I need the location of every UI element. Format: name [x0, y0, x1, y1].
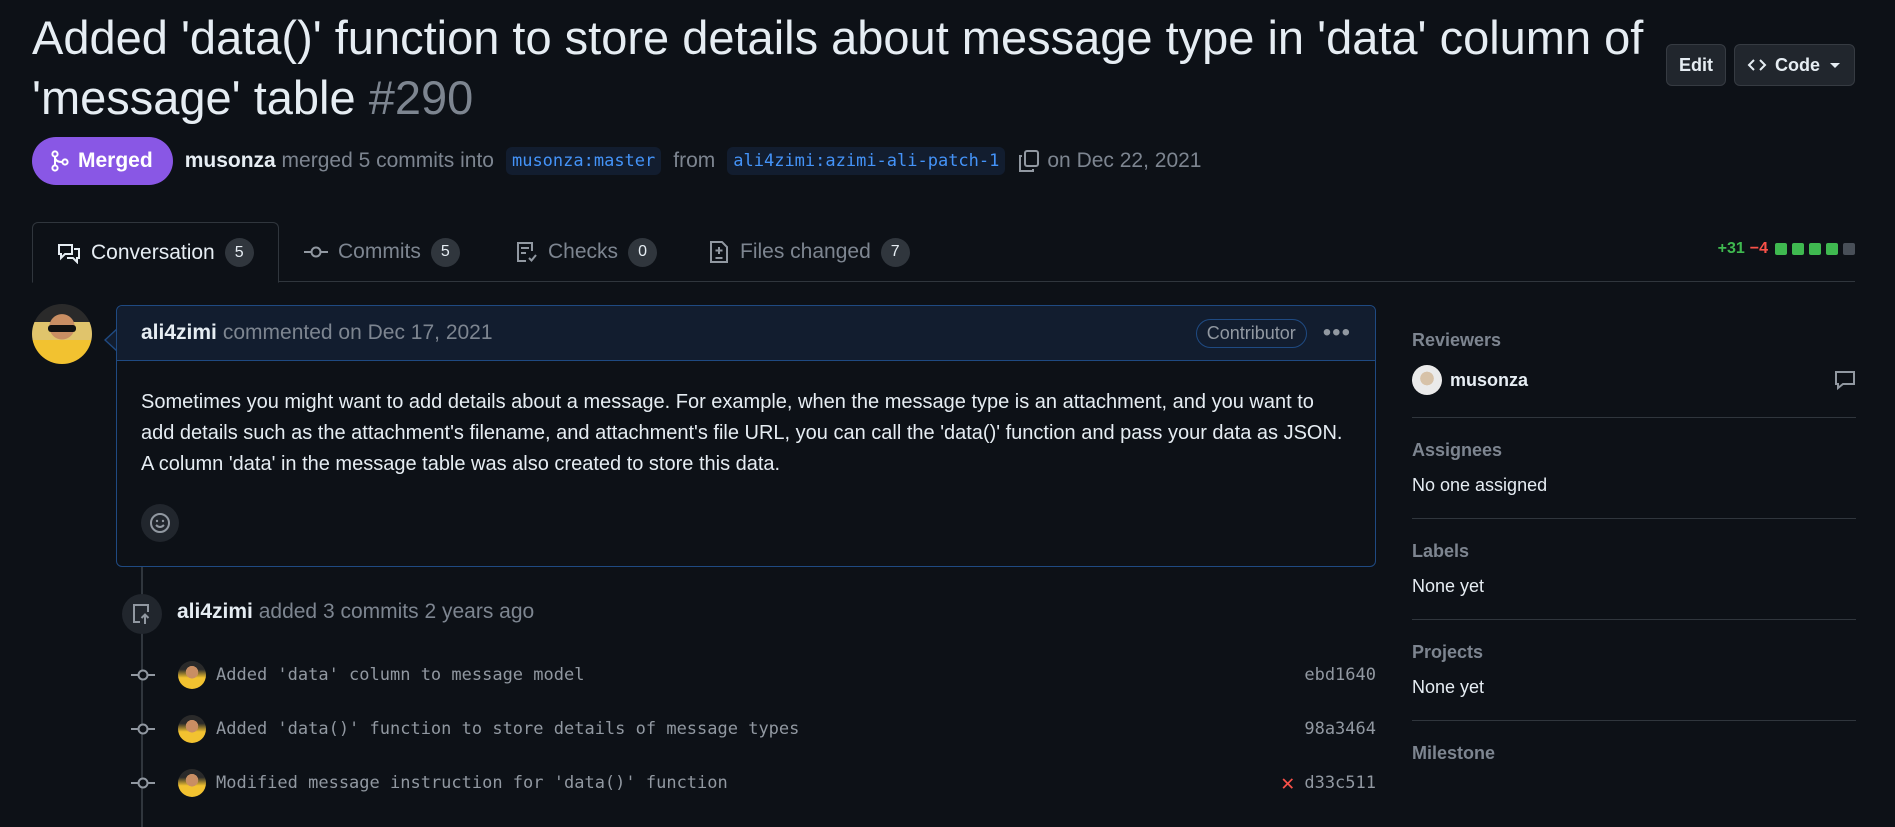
kebab-horizontal-icon[interactable]: ••• — [1323, 319, 1351, 347]
commit-row: Added 'data' column to message model ebd… — [130, 660, 1376, 690]
comment-meta[interactable]: commented on Dec 17, 2021 — [223, 321, 493, 345]
reviewer-item: musonza — [1412, 365, 1856, 395]
copy-icon[interactable] — [1017, 149, 1041, 173]
checklist-icon — [517, 242, 537, 262]
tab-checks-count: 0 — [628, 237, 658, 267]
sidebar-heading[interactable]: Reviewers — [1412, 330, 1856, 351]
git-commit-icon — [130, 722, 156, 736]
sidebar-heading[interactable]: Labels — [1412, 541, 1856, 562]
commit-sha: ✕ d33c511 — [1281, 771, 1376, 796]
code-icon — [1747, 59, 1767, 71]
commit-author-avatar[interactable] — [178, 715, 206, 743]
pr-number: #290 — [368, 71, 474, 124]
base-branch[interactable]: musonza:master — [505, 147, 662, 175]
commit-sha: ebd1640 — [1304, 665, 1376, 685]
commit-author-avatar[interactable] — [178, 769, 206, 797]
pr-description-comment: ali4zimi commented on Dec 17, 2021 Contr… — [116, 305, 1376, 567]
sidebar-assignees: Assignees No one assigned — [1412, 440, 1856, 519]
merge-date: on Dec 22, 2021 — [1047, 149, 1202, 172]
merged-state-label: Merged — [78, 149, 153, 172]
git-commit-icon — [130, 776, 156, 790]
comment-body: Sometimes you might want to add details … — [141, 391, 1343, 475]
push-event: ali4zimi added 3 commits 2 years ago — [177, 600, 534, 624]
git-merge-icon — [51, 150, 69, 172]
commit-message[interactable]: Added 'data' column to message model — [216, 665, 584, 685]
code-button[interactable]: Code — [1734, 44, 1855, 86]
pr-title-text: Added 'data()' function to store details… — [32, 11, 1644, 124]
tab-commits[interactable]: Commits 5 — [304, 222, 460, 282]
sunglasses-shape — [48, 325, 76, 332]
sidebar-labels: Labels None yet — [1412, 541, 1856, 620]
pr-sidebar: Reviewers musonza Assignees No one assig… — [1412, 330, 1856, 822]
pr-tabs: Conversation 5 Commits 5 Checks 0 Files … — [32, 222, 1855, 283]
diffstat-block — [1809, 243, 1821, 255]
sidebar-milestone: Milestone — [1412, 743, 1856, 800]
reviewer-avatar[interactable] — [1412, 365, 1442, 395]
check-failed-x-icon[interactable]: ✕ — [1281, 771, 1294, 796]
sidebar-reviewers: Reviewers musonza — [1412, 330, 1856, 418]
tab-conversation-count: 5 — [224, 238, 254, 267]
labels-value: None yet — [1412, 576, 1485, 596]
tab-files-changed[interactable]: Files changed 7 — [708, 222, 910, 282]
diffstat-block — [1826, 243, 1838, 255]
commit-row: Modified message instruction for 'data()… — [130, 768, 1376, 798]
reviewer-name[interactable]: musonza — [1450, 370, 1528, 391]
commit-row: Added 'data()' function to store details… — [130, 714, 1376, 744]
tab-checks-label: Checks — [548, 240, 619, 263]
add-reaction-button[interactable] — [141, 504, 179, 542]
comment-author-avatar[interactable] — [32, 304, 92, 364]
commit-sha-text[interactable]: d33c511 — [1304, 773, 1376, 793]
sidebar-projects: Projects None yet — [1412, 642, 1856, 721]
commit-sha: 98a3464 — [1304, 719, 1376, 739]
commit-author-avatar[interactable] — [178, 661, 206, 689]
contributor-badge: Contributor — [1195, 318, 1307, 348]
projects-value: None yet — [1412, 677, 1485, 697]
diffstat: +31 −4 — [1718, 240, 1855, 258]
pr-title: Added 'data()' function to store details… — [32, 8, 1652, 128]
comment-header: ali4zimi commented on Dec 17, 2021 Contr… — [117, 306, 1375, 361]
tab-commits-count: 5 — [430, 237, 460, 267]
commit-message[interactable]: Added 'data()' function to store details… — [216, 719, 799, 739]
header-actions: Edit Code — [1666, 44, 1855, 86]
commit-sha-text[interactable]: 98a3464 — [1304, 719, 1376, 739]
commit-message[interactable]: Modified message instruction for 'data()… — [216, 773, 728, 793]
push-event-author[interactable]: ali4zimi — [177, 600, 253, 623]
comment-author[interactable]: ali4zimi — [141, 321, 217, 345]
comment-discussion-icon — [58, 243, 80, 264]
edit-button[interactable]: Edit — [1666, 44, 1726, 86]
tab-conversation-label: Conversation — [91, 240, 215, 264]
diffstat-block — [1843, 243, 1855, 255]
sidebar-heading[interactable]: Milestone — [1412, 743, 1856, 764]
push-event-text: added 3 commits 2 years ago — [258, 600, 535, 623]
smiley-icon — [150, 513, 170, 533]
sidebar-heading[interactable]: Projects — [1412, 642, 1856, 663]
pr-meta: Merged musonza merged 5 commits into mus… — [32, 137, 1202, 185]
repo-push-icon — [122, 594, 162, 634]
git-commit-icon — [130, 668, 156, 682]
tab-commits-label: Commits — [338, 240, 421, 263]
sidebar-heading[interactable]: Assignees — [1412, 440, 1856, 461]
merged-state-badge: Merged — [32, 137, 173, 185]
tab-checks[interactable]: Checks 0 — [516, 222, 658, 282]
assignees-value: No one assigned — [1412, 475, 1548, 495]
diffstat-additions: +31 — [1717, 240, 1745, 257]
code-button-label: Code — [1775, 54, 1820, 75]
diffstat-block — [1792, 243, 1804, 255]
diffstat-block — [1775, 243, 1787, 255]
file-diff-icon — [710, 241, 728, 263]
head-branch[interactable]: ali4zimi:azimi-ali-patch-1 — [727, 147, 1006, 175]
commit-sha-text[interactable]: ebd1640 — [1304, 665, 1376, 685]
caret-down-icon — [1830, 63, 1840, 68]
git-commit-icon — [304, 246, 328, 258]
merge-text: merged 5 commits into — [281, 149, 494, 172]
review-comment-icon[interactable] — [1834, 369, 1856, 391]
diffstat-deletions: −4 — [1749, 240, 1768, 257]
tab-files-changed-label: Files changed — [740, 240, 871, 263]
from-text: from — [673, 149, 716, 172]
tab-conversation[interactable]: Conversation 5 — [32, 222, 279, 283]
edit-button-label: Edit — [1679, 54, 1713, 75]
tab-files-changed-count: 7 — [880, 237, 910, 267]
merged-by-user[interactable]: musonza — [185, 149, 276, 172]
